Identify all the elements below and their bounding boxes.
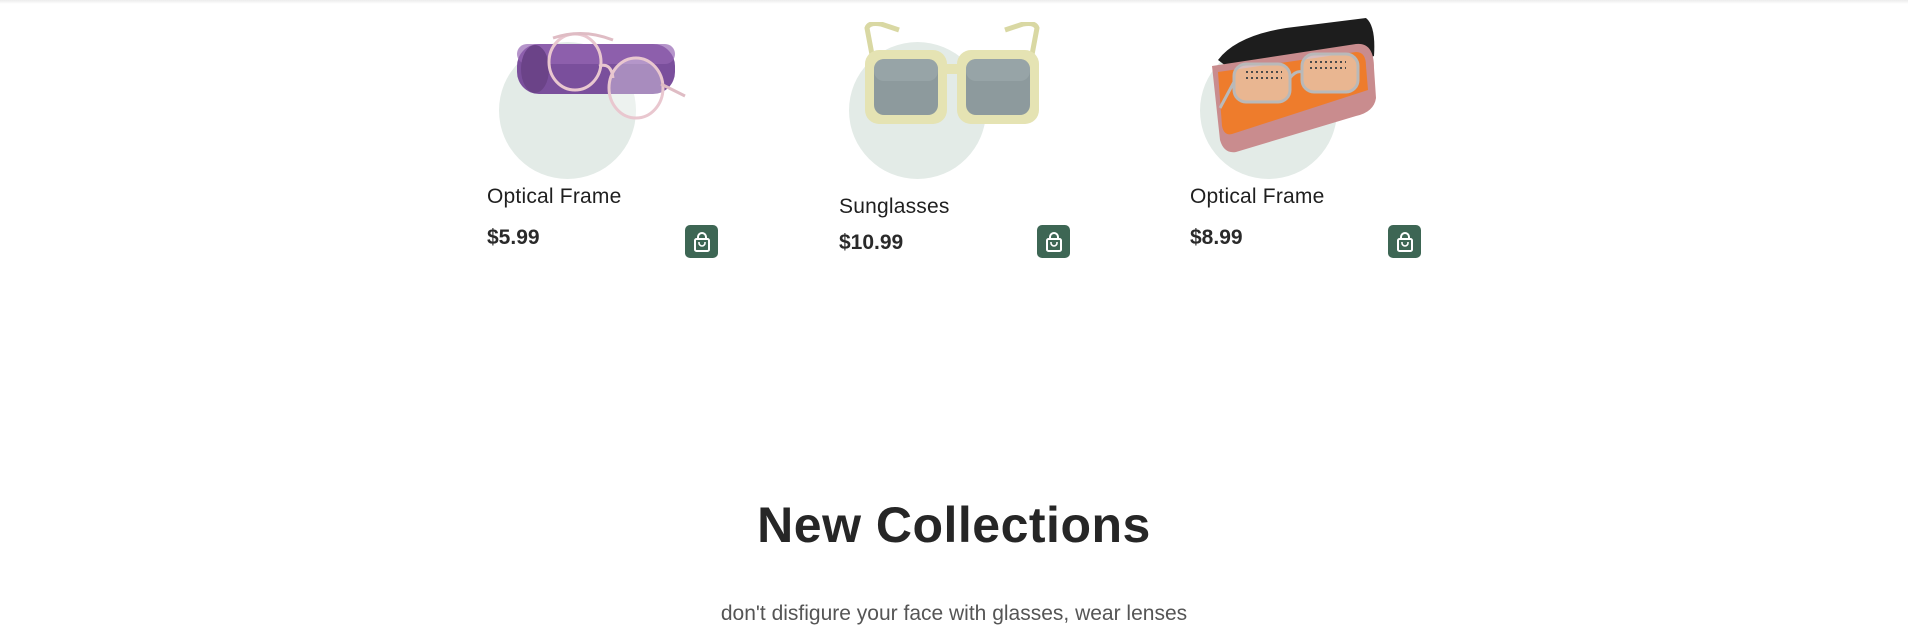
page: Optical Frame $5.99 Sunglasses $10.99 Op…	[0, 0, 1908, 641]
product-name: Sunglasses	[839, 195, 950, 218]
add-to-cart-button[interactable]	[685, 225, 718, 258]
shopping-bag-icon	[1396, 231, 1413, 252]
product-card[interactable]: Sunglasses $10.99	[839, 0, 1071, 270]
product-image-glasses-in-open-case	[1212, 18, 1376, 153]
section-subtitle: don't disfigure your face with glasses, …	[720, 602, 1188, 625]
shopping-bag-icon	[1045, 231, 1062, 252]
product-name: Optical Frame	[1190, 185, 1325, 208]
product-price: $5.99	[487, 226, 540, 249]
product-name: Optical Frame	[487, 185, 622, 208]
product-price: $10.99	[839, 231, 904, 254]
shopping-bag-icon	[693, 231, 710, 252]
product-image-glasses-on-purple-case	[517, 32, 686, 120]
product-card[interactable]: Optical Frame $8.99	[1190, 0, 1422, 270]
product-price: $8.99	[1190, 226, 1243, 249]
section-title: New Collections	[757, 497, 1151, 553]
product-image-square-yellow-sunglasses	[864, 22, 1040, 124]
add-to-cart-button[interactable]	[1388, 225, 1421, 258]
product-card[interactable]: Optical Frame $5.99	[487, 0, 719, 270]
add-to-cart-button[interactable]	[1037, 225, 1070, 258]
